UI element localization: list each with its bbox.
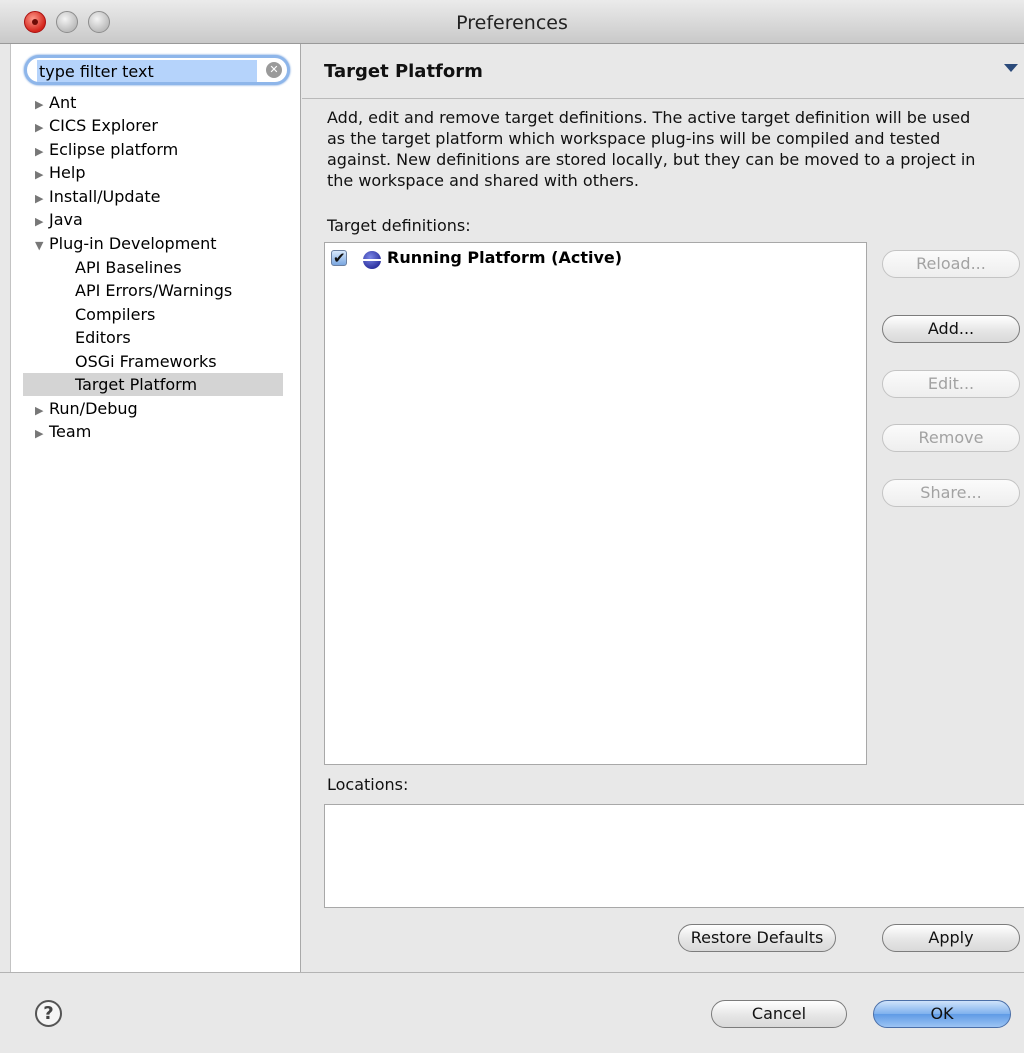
tree-item-editors[interactable]: Editors: [75, 326, 131, 349]
page-title: Target Platform: [324, 61, 483, 82]
tree-item-label: Eclipse platform: [49, 140, 179, 159]
reload-button[interactable]: Reload...: [882, 250, 1020, 278]
filter-input[interactable]: [37, 60, 257, 82]
tree-item-ant[interactable]: ▶ Ant: [35, 91, 76, 114]
restore-defaults-button[interactable]: Restore Defaults: [678, 924, 836, 952]
tree-item-label: API Errors/Warnings: [75, 281, 233, 300]
tree-item-label: Target Platform: [75, 375, 198, 394]
target-definitions-list[interactable]: Running Platform (Active): [324, 242, 867, 765]
tree-item-plug-in-development[interactable]: ▼ Plug-in Development: [35, 232, 217, 255]
tree-item-label: Java: [49, 210, 83, 229]
expand-arrow-icon[interactable]: ▶: [35, 116, 49, 139]
tree-item-target-platform[interactable]: Target Platform: [23, 373, 283, 396]
share-button[interactable]: Share...: [882, 479, 1020, 507]
expand-arrow-icon[interactable]: ▶: [35, 422, 49, 445]
description-line: Add, edit and remove target definitions.…: [327, 108, 971, 127]
tree-item-label: Help: [49, 163, 86, 182]
ok-button[interactable]: OK: [873, 1000, 1011, 1028]
add-button[interactable]: Add...: [882, 315, 1020, 343]
expand-arrow-icon[interactable]: ▶: [35, 187, 49, 210]
page-description: Add, edit and remove target definitions.…: [327, 107, 1017, 191]
tree-item-install-update[interactable]: ▶ Install/Update: [35, 185, 161, 208]
target-definitions-label: Target definitions:: [327, 216, 471, 235]
expand-arrow-icon[interactable]: ▶: [35, 210, 49, 233]
cancel-button[interactable]: Cancel: [711, 1000, 847, 1028]
preference-page: Target Platform Add, edit and remove tar…: [302, 44, 1024, 972]
locations-label: Locations:: [327, 775, 409, 794]
filter-field: ✕: [24, 55, 290, 85]
expand-arrow-icon[interactable]: ▶: [35, 93, 49, 116]
tree-item-osgi-frameworks[interactable]: OSGi Frameworks: [75, 350, 217, 373]
tree-item-eclipse-platform[interactable]: ▶ Eclipse platform: [35, 138, 178, 161]
tree-item-compilers[interactable]: Compilers: [75, 303, 155, 326]
tree-item-java[interactable]: ▶ Java: [35, 208, 83, 231]
tree-item-api-baselines[interactable]: API Baselines: [75, 256, 182, 279]
help-icon[interactable]: ?: [35, 1000, 62, 1027]
window-title: Preferences: [456, 12, 568, 34]
tree-item-label: Compilers: [75, 305, 156, 324]
remove-button[interactable]: Remove: [882, 424, 1020, 452]
tree-item-label: Editors: [75, 328, 131, 347]
tree-item-label: Plug-in Development: [49, 234, 217, 253]
clear-filter-icon[interactable]: ✕: [266, 62, 282, 78]
tree-item-cics-explorer[interactable]: ▶ CICS Explorer: [35, 114, 158, 137]
preferences-window: Preferences ✕ ▶Ant ▶CICS Explorer ▶Eclip…: [0, 0, 1024, 1053]
active-target-checkbox[interactable]: [331, 247, 347, 269]
expand-arrow-icon[interactable]: ▶: [35, 399, 49, 422]
tree-item-label: Run/Debug: [49, 399, 138, 418]
description-line: as the target platform which workspace p…: [327, 129, 941, 148]
expand-arrow-icon[interactable]: ▶: [35, 163, 49, 186]
title-divider: [302, 98, 1024, 99]
tree-item-help[interactable]: ▶ Help: [35, 161, 85, 184]
apply-button[interactable]: Apply: [882, 924, 1020, 952]
preference-tree-pane: ✕ ▶Ant ▶CICS Explorer ▶Eclipse platform …: [10, 44, 301, 972]
footer-divider: [0, 972, 1024, 973]
description-line: the workspace and shared with others.: [327, 171, 639, 190]
tree-item-label: API Baselines: [75, 258, 182, 277]
tree-item-label: Install/Update: [49, 187, 161, 206]
tree-item-label: Team: [49, 422, 92, 441]
tree-item-api-errors-warnings[interactable]: API Errors/Warnings: [75, 279, 232, 302]
title-bar: Preferences: [0, 0, 1024, 44]
tree-item-label: CICS Explorer: [49, 116, 158, 135]
tree-item-label: Ant: [49, 93, 77, 112]
tree-item-label: OSGi Frameworks: [75, 352, 217, 371]
locations-list[interactable]: [324, 804, 1024, 908]
edit-button[interactable]: Edit...: [882, 370, 1020, 398]
tree-item-run-debug[interactable]: ▶ Run/Debug: [35, 397, 138, 420]
description-line: against. New definitions are stored loca…: [327, 150, 976, 169]
platform-globe-icon: [363, 251, 381, 269]
target-definition-label: Running Platform (Active): [387, 248, 623, 267]
tree-item-team[interactable]: ▶ Team: [35, 420, 91, 443]
collapse-arrow-icon[interactable]: ▼: [35, 234, 49, 257]
page-menu-arrow-icon[interactable]: [1004, 64, 1018, 72]
expand-arrow-icon[interactable]: ▶: [35, 140, 49, 163]
